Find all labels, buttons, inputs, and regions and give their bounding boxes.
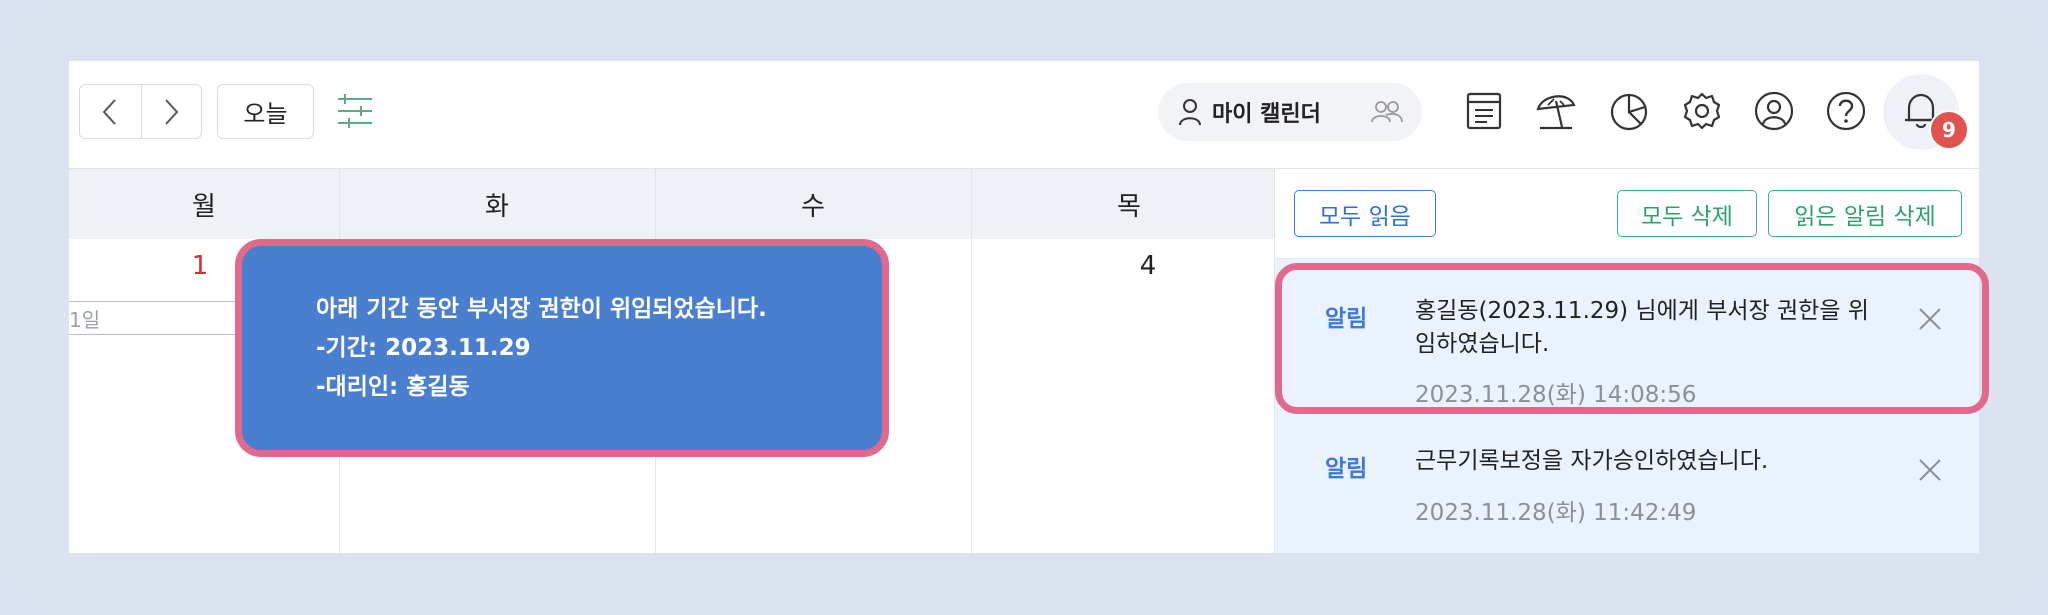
tooltip-line-period: -기간: 2023.11.29	[316, 335, 531, 361]
mark-all-read-button[interactable]: 모두 읽음	[1294, 190, 1436, 237]
my-calendar-label: 마이 캘린더	[1212, 102, 1321, 127]
help-icon[interactable]	[1824, 89, 1868, 133]
date-navigation	[79, 84, 202, 139]
toolbar: 오늘 마이 캘린더 9	[69, 61, 1979, 169]
event-label: 1일	[69, 307, 101, 332]
schedule-list-icon[interactable]	[1462, 89, 1506, 133]
notification-tag: 알림	[1325, 456, 1368, 482]
chevron-right-icon	[165, 98, 179, 125]
pie-chart-icon[interactable]	[1607, 89, 1651, 133]
notification-panel-header: 모두 읽음 모두 삭제 읽은 알림 삭제	[1275, 169, 1979, 259]
notification-message: 근무기록보정을 자가승인하였습니다.	[1415, 448, 1769, 474]
people-icon	[1371, 101, 1403, 123]
date-cell-1[interactable]: 1	[180, 251, 220, 281]
delete-read-button[interactable]: 읽은 알림 삭제	[1768, 190, 1962, 237]
gear-icon[interactable]	[1680, 89, 1724, 133]
filter-sliders-icon[interactable]	[335, 91, 375, 131]
date-cell-4[interactable]: 4	[1128, 251, 1168, 281]
my-calendar-button[interactable]: 마이 캘린더	[1158, 83, 1353, 141]
calendar-scope-toggle: 마이 캘린더	[1158, 83, 1422, 141]
today-button[interactable]: 오늘	[217, 84, 314, 139]
notification-highlight-outline	[1275, 263, 1989, 414]
weekday-wed: 수	[801, 191, 825, 222]
profile-circle-icon[interactable]	[1752, 89, 1796, 133]
group-calendar-button[interactable]	[1370, 97, 1404, 127]
vacation-umbrella-icon[interactable]	[1534, 89, 1578, 133]
weekday-mon: 월	[192, 191, 216, 222]
person-icon	[1179, 99, 1201, 126]
delete-all-button[interactable]: 모두 삭제	[1617, 190, 1757, 237]
notification-item[interactable]: 알림 근무기록보정을 자가승인하였습니다. 2023.11.28(화) 11:4…	[1275, 411, 1979, 553]
close-icon[interactable]	[1915, 455, 1945, 485]
delegation-tooltip: 아래 기간 동안 부서장 권한이 위임되었습니다. -기간: 2023.11.2…	[235, 239, 889, 457]
prev-button[interactable]	[80, 85, 141, 138]
tooltip-line-title: 아래 기간 동안 부서장 권한이 위임되었습니다.	[316, 296, 767, 322]
next-button[interactable]	[140, 85, 202, 138]
notification-count-badge: 9	[1929, 110, 1969, 150]
weekday-tue: 화	[485, 191, 509, 222]
tooltip-line-delegate: -대리인: 홍길동	[316, 374, 470, 400]
notification-time: 2023.11.28(화) 11:42:49	[1415, 500, 1697, 526]
grid-divider	[971, 169, 972, 553]
weekday-thu: 목	[1117, 191, 1141, 222]
chevron-left-icon	[102, 98, 116, 125]
weekday-header: 월 화 수 목	[69, 169, 1274, 239]
